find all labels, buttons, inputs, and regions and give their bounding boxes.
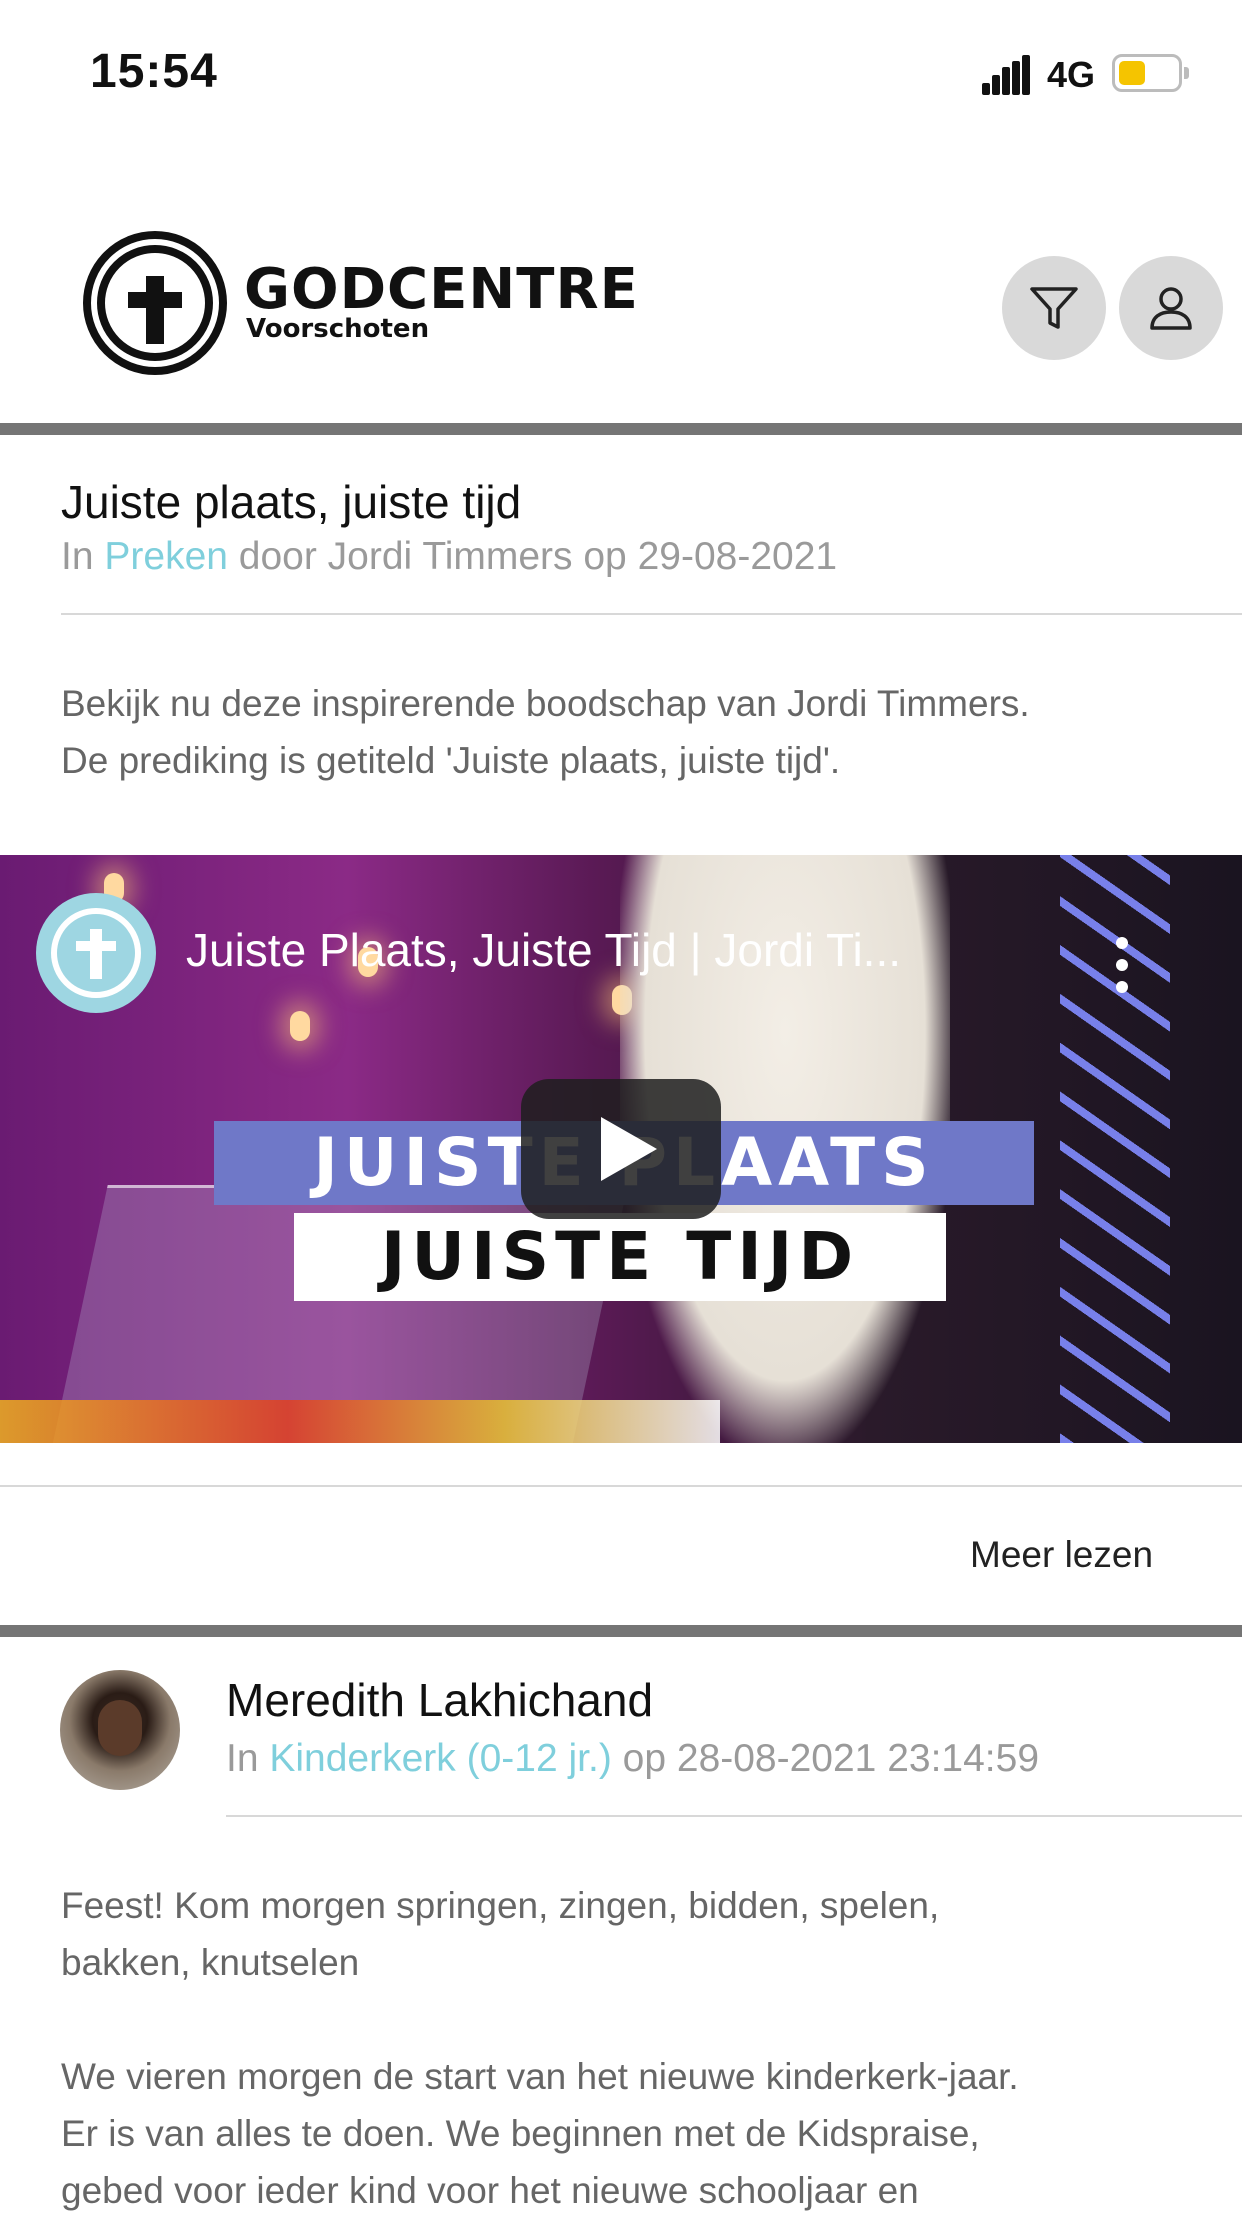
thumbnail-caption-bottom: JUISTE TIJD <box>294 1213 946 1301</box>
post-meta: In Preken door Jordi Timmers op 29-08-20… <box>61 535 838 578</box>
post-title[interactable]: Juiste plaats, juiste tijd <box>61 475 521 529</box>
post-body: Bekijk nu deze inspirerende boodschap va… <box>61 683 1030 781</box>
category-link[interactable]: Kinderkerk (0-12 jr.) <box>269 1737 611 1780</box>
section-divider <box>0 423 1242 435</box>
post-meta: In Kinderkerk (0-12 jr.) op 28-08-2021 2… <box>226 1737 1040 1780</box>
category-link[interactable]: Preken <box>104 535 228 578</box>
signal-icon <box>982 55 1030 95</box>
status-time: 15:54 <box>90 45 218 98</box>
app-header: GODCENTRE Voorschoten <box>0 210 1242 420</box>
post-author[interactable]: Meredith Lakhichand <box>226 1673 653 1727</box>
play-icon[interactable] <box>521 1079 721 1219</box>
status-bar: 15:54 4G <box>0 0 1242 150</box>
video-player[interactable]: JUISTE PLAATS JUISTE TIJD Juiste Plaats,… <box>0 855 1242 1443</box>
filter-button[interactable] <box>1002 256 1106 360</box>
divider <box>0 1485 1242 1487</box>
divider <box>226 1815 1242 1817</box>
more-vertical-icon[interactable] <box>1112 935 1132 995</box>
logo-icon <box>83 231 227 375</box>
divider <box>61 613 1242 615</box>
profile-icon <box>1150 287 1192 330</box>
brand-name: GODCENTRE <box>244 257 639 322</box>
profile-button[interactable] <box>1119 256 1223 360</box>
network-type: 4G <box>1047 54 1096 95</box>
channel-logo-icon[interactable] <box>36 893 156 1013</box>
avatar[interactable] <box>60 1670 180 1790</box>
filter-icon <box>1030 287 1078 329</box>
brand-subtitle: Voorschoten <box>246 314 430 344</box>
battery-icon <box>1112 54 1189 92</box>
read-more-link[interactable]: Meer lezen <box>970 1534 1153 1576</box>
section-divider <box>0 1625 1242 1637</box>
post-body: Feest! Kom morgen springen, zingen, bidd… <box>61 1885 1019 2211</box>
video-title[interactable]: Juiste Plaats, Juiste Tijd | Jordi Ti... <box>186 923 901 977</box>
